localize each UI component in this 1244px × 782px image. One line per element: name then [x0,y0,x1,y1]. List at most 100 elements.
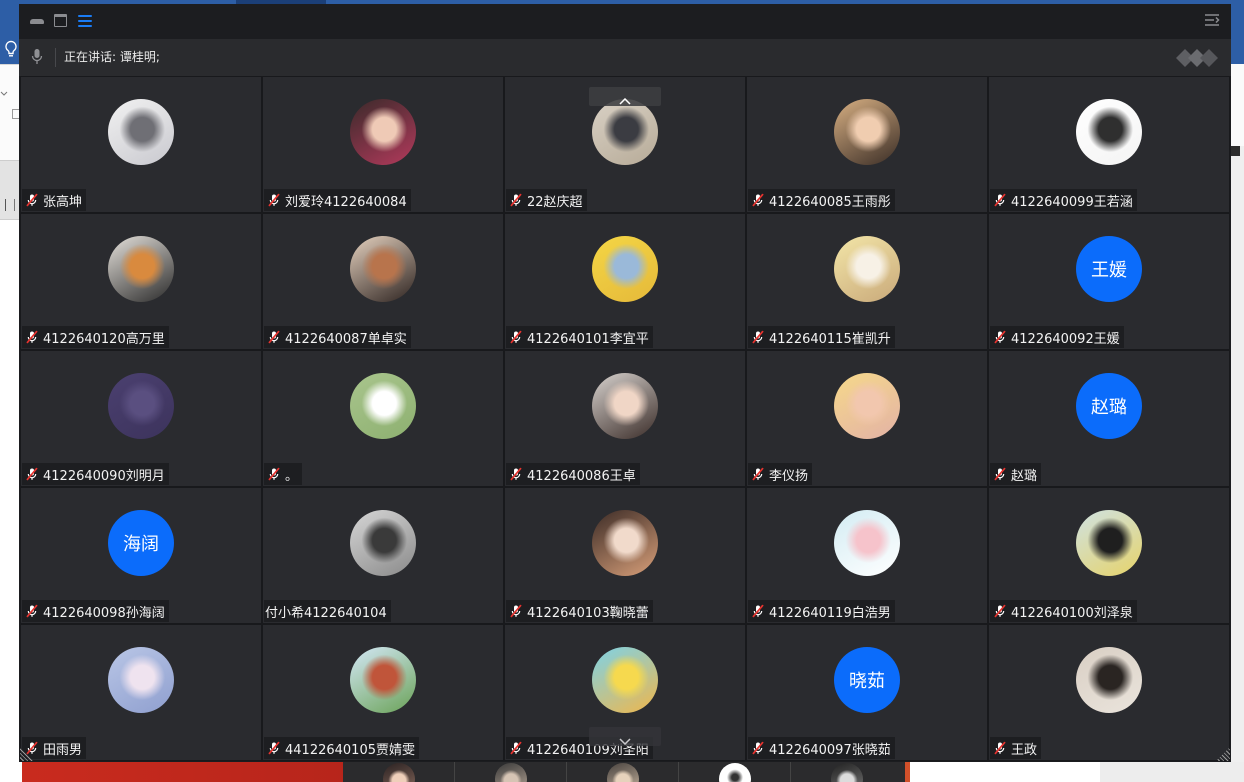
participant-tile[interactable]: 4122640100刘泽泉 [988,487,1230,624]
mic-muted-icon [267,193,281,207]
mic-muted-icon [509,604,523,618]
participant-name: 田雨男 [43,742,83,758]
participant-name-label: 4122640092王媛 [990,326,1124,348]
mic-muted-icon [751,741,765,755]
participant-tile[interactable]: 4122640115崔凯升 [746,213,988,350]
avatar-image [108,236,174,302]
participant-name-label: 4122640119白浩男 [748,600,895,622]
participant-name-label: 4122640100刘泽泉 [990,600,1137,622]
participant-tile[interactable]: 4122640103鞠晓蕾 [504,487,746,624]
scroll-up-button[interactable] [589,87,661,106]
background-ribbon-icon [12,109,19,119]
avatar-initials: 赵璐 [1091,397,1127,418]
participant-name-label: 王政 [990,737,1042,759]
avatar-image [350,99,416,165]
mic-muted-icon [267,467,281,481]
participant-tile[interactable]: 张高坤 [20,76,262,213]
avatar-image [1076,510,1142,576]
participant-tile[interactable]: 4122640119白浩男 [746,487,988,624]
avatar-image [834,236,900,302]
participant-tile[interactable]: 4122640086王卓 [504,350,746,487]
participant-tile[interactable]: 刘爱玲4122640084 [262,76,504,213]
participant-tile[interactable]: 4122640120高万里 [20,213,262,350]
participant-tile[interactable]: 晓茹 4122640097张晓茹 [746,624,988,761]
participant-tile[interactable]: 4122640101李宜平 [504,213,746,350]
participant-name: 。 [285,468,299,484]
mic-muted-icon [25,467,39,481]
participant-tile[interactable]: 赵璐 赵璐 [988,350,1230,487]
sidebar-collapse-icon [1204,12,1220,28]
participant-name-label: 李仪扬 [748,463,813,485]
avatar-image [108,99,174,165]
meeting-window: 正在讲话: 谭桂明; 张高坤 刘爱玲4122640084 22赵庆超 41226400… [19,4,1231,762]
app-logo-icon [1175,46,1219,70]
background-red-banner [22,762,343,782]
participant-name-label: 4122640098孙海阔 [22,600,169,622]
maximize-button[interactable] [50,10,72,32]
participant-name-label: 4122640090刘明月 [22,463,169,485]
participant-name-label: 4122640097张晓茹 [748,737,895,759]
speaker-bar: 正在讲话: 谭桂明; [19,39,1231,76]
background-scroll-arrow [1231,146,1240,156]
mic-muted-icon [993,193,1007,207]
background-strip [0,762,22,782]
minimize-button[interactable] [26,10,48,32]
avatar-initials-circle: 王媛 [1076,236,1142,302]
avatar-image [592,647,658,713]
scroll-down-button[interactable] [589,727,661,746]
participant-name-label: 22赵庆超 [506,189,587,211]
divider [55,48,56,67]
participant-name: 张高坤 [43,194,83,210]
video-grid: 张高坤 刘爱玲4122640084 22赵庆超 4122640085王雨彤 412264… [20,76,1230,761]
participant-tile[interactable]: 4122640090刘明月 [20,350,262,487]
participant-name-label: 4122640103鞠晓蕾 [506,600,653,622]
mic-muted-icon [751,604,765,618]
mic-muted-icon [509,193,523,207]
avatar-image [350,373,416,439]
mic-muted-icon [509,741,523,755]
mic-muted-icon [267,330,281,344]
avatar-image [350,236,416,302]
participant-tile[interactable]: 王媛 4122640092王媛 [988,213,1230,350]
layout-list-button[interactable] [74,10,96,32]
avatar-image [108,373,174,439]
avatar-image [592,510,658,576]
sidebar-toggle-button[interactable] [1201,9,1223,31]
thumbnail-cell [343,762,455,782]
mic-muted-icon [509,330,523,344]
participant-tile[interactable]: 4122640099王若涵 [988,76,1230,213]
avatar-image [592,236,658,302]
participant-name: 4122640087单卓实 [285,331,407,347]
participant-tile[interactable]: 44122640105贾婧雯 [262,624,504,761]
background-right-panel [1231,64,1244,146]
avatar-initials: 晓茹 [849,671,885,692]
participant-tile[interactable]: 李仪扬 [746,350,988,487]
participant-name-label: 田雨男 [22,737,87,759]
participant-name-label: 4122640115崔凯升 [748,326,895,348]
participant-name: 4122640092王媛 [1011,331,1120,347]
participant-tile[interactable]: 海阔 4122640098孙海阔 [20,487,262,624]
participant-name: 王政 [1011,742,1038,758]
participant-name: 4122640120高万里 [43,331,165,347]
background-strip [910,762,1100,782]
thumbnail-avatar [383,763,415,782]
avatar-image [592,373,658,439]
minimize-icon [30,19,44,24]
participant-tile[interactable]: 4122640087单卓实 [262,213,504,350]
participant-name: 4122640085王雨彤 [769,194,891,210]
thumbnail-cell [567,762,679,782]
participant-tile[interactable]: 田雨男 [20,624,262,761]
title-bar [19,4,1231,39]
participant-name: 付小希4122640104 [265,605,387,621]
mic-muted-icon [267,741,281,755]
avatar-image [834,99,900,165]
participant-tile[interactable]: 王政 [988,624,1230,761]
participant-name: 4122640101李宜平 [527,331,649,347]
participant-name-label: 44122640105贾婧雯 [264,737,419,759]
participant-tile[interactable]: 付小希4122640104 [262,487,504,624]
participant-tile[interactable]: 。 [262,350,504,487]
participant-tile[interactable]: 4122640085王雨彤 [746,76,988,213]
participant-name: 4122640100刘泽泉 [1011,605,1133,621]
chevron-up-icon [619,93,631,105]
mic-muted-icon [993,467,1007,481]
